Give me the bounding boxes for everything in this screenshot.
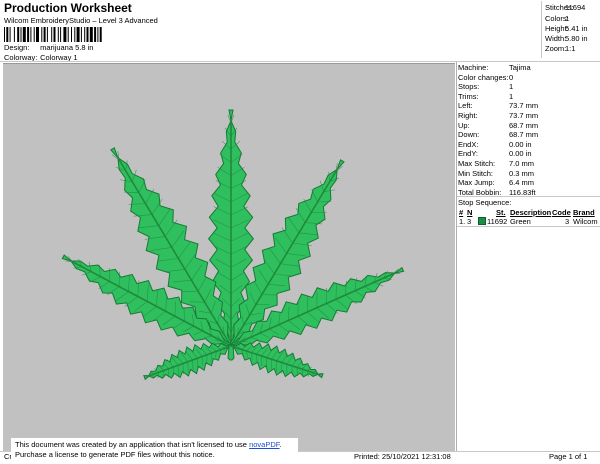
seq-row-brand: Wilcom: [573, 217, 598, 226]
col-header-brand: Brand: [573, 208, 595, 217]
col-header-st: St.: [496, 208, 506, 217]
col-header-num: #: [459, 208, 464, 217]
novapdf-link[interactable]: novaPDF: [249, 440, 279, 449]
cannabis-leaf-embroidery: [61, 109, 405, 381]
sequence-divider: [457, 226, 600, 227]
stat-width: Width:5.80 in: [545, 34, 588, 43]
info-label: Down:: [458, 130, 480, 140]
info-value: 73.7 mm: [509, 101, 539, 111]
info-value: 6.4 mm: [509, 178, 535, 188]
info-value: 1: [509, 91, 514, 101]
info-divider: [457, 196, 600, 197]
seq-row-description: Green: [510, 217, 531, 226]
column-divider: [456, 62, 457, 452]
col-header-description: Description: [510, 208, 552, 217]
info-value: 68.7 mm: [509, 130, 539, 140]
info-row: Left: 73.7 mm: [458, 101, 538, 110]
info-value: Tajima: [509, 63, 531, 72]
barcode: [4, 27, 102, 42]
info-value: 73.7 mm: [509, 111, 539, 120]
info-label: Up:: [458, 120, 470, 130]
info-label: EndX:: [458, 139, 479, 149]
info-row: EndY: 0.00 in: [458, 149, 532, 158]
info-label: Trims:: [458, 91, 479, 101]
info-value: 7.0 mm: [509, 159, 535, 168]
page-title: Production Worksheet: [4, 1, 132, 15]
stat-stitches: Stitches:11694: [545, 3, 586, 12]
info-row: Min Stitch: 0.3 mm: [458, 169, 534, 178]
info-row: Right: 73.7 mm: [458, 111, 538, 120]
notice-line-2: Purchase a license to generate PDF files…: [15, 450, 215, 459]
info-label: Max Jump:: [458, 178, 495, 188]
info-row: Color changes:0: [458, 73, 513, 82]
software-subtitle: Wilcom EmbroideryStudio – Level 3 Advanc…: [4, 16, 158, 25]
info-row: Down: 68.7 mm: [458, 130, 538, 139]
design-row: Design: marijuana 5.8 in: [4, 43, 93, 52]
info-label: Max Stitch:: [458, 159, 496, 168]
seq-row-num: 1.: [459, 217, 466, 226]
info-row: Stops: 1: [458, 82, 513, 91]
seq-row-st: 11692: [487, 217, 508, 226]
stat-height: Height:5.41 in: [545, 24, 588, 33]
stat-zoom: Zoom:1:1: [545, 44, 576, 53]
info-row: Up: 68.7 mm: [458, 121, 538, 130]
info-value: 68.7 mm: [509, 120, 539, 130]
info-label: Left:: [458, 101, 473, 111]
stat-colors: Colors:1: [545, 14, 570, 23]
design-label: Design:: [4, 43, 30, 52]
thread-color-swatch: [478, 217, 486, 225]
info-row: Max Jump: 6.4 mm: [458, 178, 534, 187]
info-label: Min Stitch:: [458, 168, 494, 178]
col-header-code: Code: [552, 208, 571, 217]
page-number: Page 1 of 1: [549, 452, 588, 461]
info-label: Stops:: [458, 82, 480, 92]
info-label: Right:: [458, 111, 478, 120]
stop-sequence-title: Stop Sequence:: [458, 198, 512, 207]
info-row: Machine: Tajima: [458, 63, 531, 72]
license-notice: This document was created by an applicat…: [11, 438, 298, 462]
notice-line-1: This document was created by an applicat…: [15, 440, 282, 449]
info-row: EndX: 0.00 in: [458, 140, 532, 149]
stats-box: Stitches:11694 Colors:1 Height:5.41 in W…: [541, 1, 600, 58]
info-label: EndY:: [458, 149, 479, 159]
info-value: 0.3 mm: [509, 168, 535, 178]
seq-row-n: 3: [467, 217, 472, 226]
info-value: 1: [509, 82, 514, 92]
header-divider: [0, 61, 600, 62]
design-value: marijuana 5.8 in: [40, 43, 94, 52]
info-row: Max Stitch: 7.0 mm: [458, 159, 534, 168]
info-row: Trims: 1: [458, 92, 513, 101]
info-value: 0.00 in: [509, 149, 532, 159]
design-preview: [3, 63, 455, 452]
info-value: 0: [509, 72, 514, 82]
col-header-n: N: [467, 208, 473, 217]
info-label: Color changes:: [458, 72, 509, 82]
leaf-stem: [227, 345, 235, 361]
printed-date: Printed: 25/10/2021 12:31:08: [354, 452, 451, 461]
info-value: 0.00 in: [509, 139, 532, 149]
info-label: Machine:: [458, 63, 489, 72]
seq-row-code: 3: [565, 217, 570, 226]
